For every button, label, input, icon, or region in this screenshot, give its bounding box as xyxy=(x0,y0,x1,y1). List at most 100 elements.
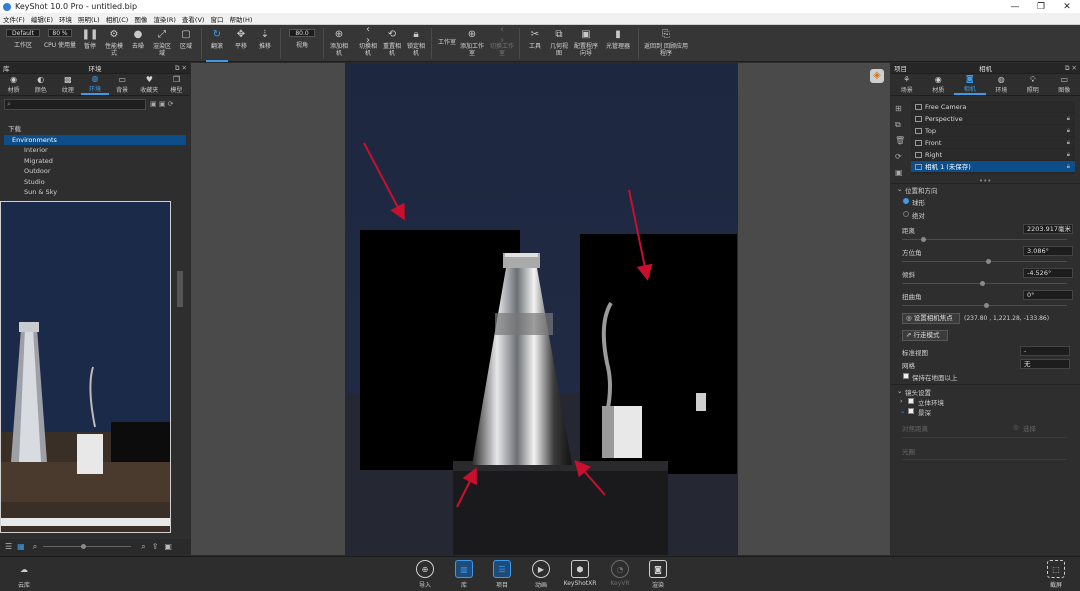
depth-of-field-checkbox[interactable] xyxy=(908,408,914,414)
camera-item-perspective[interactable]: Perspective 🔒︎ xyxy=(911,113,1075,125)
panel-close-icon[interactable]: ⧉ ✕ xyxy=(175,64,187,73)
lock-icon[interactable]: 🔒︎ xyxy=(1067,137,1070,149)
workspace-control[interactable]: Default 工作区 xyxy=(5,25,41,62)
tree-item-migrated[interactable]: Migrated xyxy=(4,156,186,167)
stereo-checkbox[interactable] xyxy=(908,398,914,404)
absolute-radio[interactable] xyxy=(903,211,909,217)
tab-image[interactable]: ▭ 图像 xyxy=(1049,74,1080,95)
menu-camera[interactable]: 相机(C) xyxy=(106,14,129,24)
menu-render[interactable]: 渲染(R) xyxy=(153,14,176,24)
animation-button[interactable]: ▶ 动画 xyxy=(527,560,555,589)
library-scrollbar[interactable] xyxy=(177,271,183,307)
slider-knob[interactable] xyxy=(980,281,985,286)
keyshotxr-button[interactable]: ⬢ KeyShotXR xyxy=(564,560,596,587)
camera-item-front[interactable]: Front 🔒︎ xyxy=(911,137,1075,149)
tab-environment[interactable]: ◍ 环境 xyxy=(986,74,1018,95)
library-search-input[interactable]: ⌕ xyxy=(4,99,146,110)
upload-icon[interactable]: ⇪ xyxy=(152,542,159,551)
denoise-button[interactable]: ● 去噪 xyxy=(127,25,149,62)
reset-camera-button[interactable]: ⟲ 重置相机 xyxy=(381,25,403,62)
minimize-button[interactable]: — xyxy=(1002,2,1028,12)
delete-camera-icon[interactable]: 🗑︎ xyxy=(895,133,907,149)
camera-item-camera1[interactable]: 相机 1 (未保存) 🔒︎ xyxy=(911,161,1075,173)
position-section-header[interactable]: 位置和方向 xyxy=(905,185,938,195)
expand-arrow-icon[interactable]: › xyxy=(900,397,903,405)
tab-camera[interactable]: ◙ 相机 xyxy=(954,74,986,95)
screenshot-button[interactable]: ⬚ 截屏 xyxy=(1042,560,1070,589)
distance-slider[interactable] xyxy=(902,237,1067,242)
focus-distance-slider[interactable] xyxy=(902,437,1067,438)
tumble-button[interactable]: ↻ 翻滚 xyxy=(206,25,228,62)
list-view-icon[interactable]: ☰ xyxy=(5,542,12,551)
slider-knob[interactable] xyxy=(81,544,87,549)
slider-knob[interactable] xyxy=(984,303,989,308)
tab-favorites[interactable]: ♥ 收藏夹 xyxy=(136,74,163,95)
distance-input[interactable]: 2203.917毫米 xyxy=(1023,224,1073,234)
slider-knob[interactable] xyxy=(921,237,926,242)
set-camera-focus-button[interactable]: ◎ 设置相机焦点 xyxy=(902,313,960,324)
twist-input[interactable]: 0° xyxy=(1023,290,1073,300)
return-to-app-button[interactable]: ⎘ 返回到 回顾应用程序 xyxy=(643,25,689,62)
pick-focus-icon[interactable]: ◎ xyxy=(1013,423,1019,431)
slider-knob[interactable] xyxy=(986,259,991,264)
tab-materials[interactable]: ◉ 材质 xyxy=(0,74,27,95)
tab-backgrounds[interactable]: ▭ 背景 xyxy=(109,74,136,95)
render-viewport[interactable]: ◈ xyxy=(191,63,890,555)
pause-button[interactable]: ❚❚ 暂停 xyxy=(79,25,101,62)
menu-environment[interactable]: 环境 xyxy=(59,14,72,24)
tab-colors[interactable]: ◐ 颜色 xyxy=(27,74,54,95)
cloud-library-button[interactable]: ☁ 云库 xyxy=(10,560,38,590)
grid-view-icon[interactable]: ▦ xyxy=(17,542,25,551)
environment-thumbnail-preview[interactable] xyxy=(0,201,171,533)
library-button[interactable]: ▥ 库 xyxy=(450,560,478,589)
menu-window[interactable]: 窗口 xyxy=(210,14,223,24)
render-region-button[interactable]: ⤢ 渲染区域 xyxy=(151,25,173,62)
project-button[interactable]: ☰ 项目 xyxy=(488,560,516,589)
tools-button[interactable]: ✂ 工具 xyxy=(524,25,546,62)
tab-models[interactable]: ❒ 模型 xyxy=(163,74,190,95)
update-camera-icon[interactable]: ⟳ xyxy=(895,149,907,165)
tree-item-studio[interactable]: Studio xyxy=(4,177,186,188)
lock-camera-button[interactable]: 🔒︎ 锁定相机 xyxy=(405,25,427,62)
azimuth-input[interactable]: 3.086° xyxy=(1023,246,1073,256)
folder-icon[interactable]: ▣ xyxy=(164,542,172,551)
save-camera-icon[interactable]: ▣ xyxy=(895,165,907,181)
lock-icon[interactable]: 🔒︎ xyxy=(1067,125,1070,137)
maximize-button[interactable]: ❐ xyxy=(1028,2,1054,12)
switch-camera-button[interactable]: ‹ › 切换相机 xyxy=(357,24,379,62)
add-camera-button[interactable]: ⊕ 添加相机 xyxy=(328,25,350,62)
workspace-select[interactable]: Default xyxy=(6,29,40,37)
thumbnail-size-slider[interactable] xyxy=(43,544,132,549)
menu-help[interactable]: 帮助(H) xyxy=(229,14,252,24)
duplicate-camera-icon[interactable]: ⧉ xyxy=(895,117,907,133)
tree-item-interior[interactable]: Interior xyxy=(4,145,186,156)
expand-arrow-icon[interactable]: ⌄ xyxy=(900,407,905,415)
camera-item-right[interactable]: Right 🔒︎ xyxy=(911,149,1075,161)
menu-edit[interactable]: 编辑(E) xyxy=(31,14,53,24)
camera-item-free[interactable]: Free Camera xyxy=(911,101,1075,113)
twist-slider[interactable] xyxy=(902,303,1067,308)
incline-input[interactable]: -4.526° xyxy=(1023,268,1073,278)
lock-icon[interactable]: 🔒︎ xyxy=(1067,149,1070,161)
render-button[interactable]: ◙ 渲染 xyxy=(644,560,672,589)
library-folder-icons[interactable]: ▣ ▣ ⟳ xyxy=(150,100,174,108)
lens-section-header[interactable]: 镜头设置 xyxy=(905,387,931,397)
lock-icon[interactable]: 🔒︎ xyxy=(1067,113,1070,125)
cpu-control[interactable]: 80 % CPU 使用量 xyxy=(43,25,77,62)
render-status-icon[interactable]: ◈ xyxy=(870,69,884,83)
tab-lighting[interactable]: 💡︎ 照明 xyxy=(1017,74,1049,95)
tab-environments[interactable]: ◍ 环境 xyxy=(81,74,109,95)
camera-item-top[interactable]: Top 🔒︎ xyxy=(911,125,1075,137)
geometry-view-button[interactable]: ⧉ 几何视图 xyxy=(548,25,570,62)
performance-mode-button[interactable]: ⚙ 性能模式 xyxy=(103,25,125,62)
menu-view[interactable]: 查看(V) xyxy=(182,14,205,24)
cpu-usage-field[interactable]: 80 % xyxy=(48,29,72,37)
lock-icon[interactable]: 🔒︎ xyxy=(1067,161,1070,173)
grid-select[interactable]: 无 xyxy=(1020,359,1070,369)
pan-button[interactable]: ✥ 平移 xyxy=(230,25,252,62)
fov-input[interactable]: 80.0 xyxy=(289,29,315,37)
section-expand-icon[interactable]: ⌄ xyxy=(897,185,902,193)
keep-above-ground-checkbox[interactable] xyxy=(903,373,909,379)
add-camera-icon[interactable]: ⊞ xyxy=(895,101,907,117)
walk-mode-button[interactable]: ⇗ 行走模式 xyxy=(902,330,948,341)
